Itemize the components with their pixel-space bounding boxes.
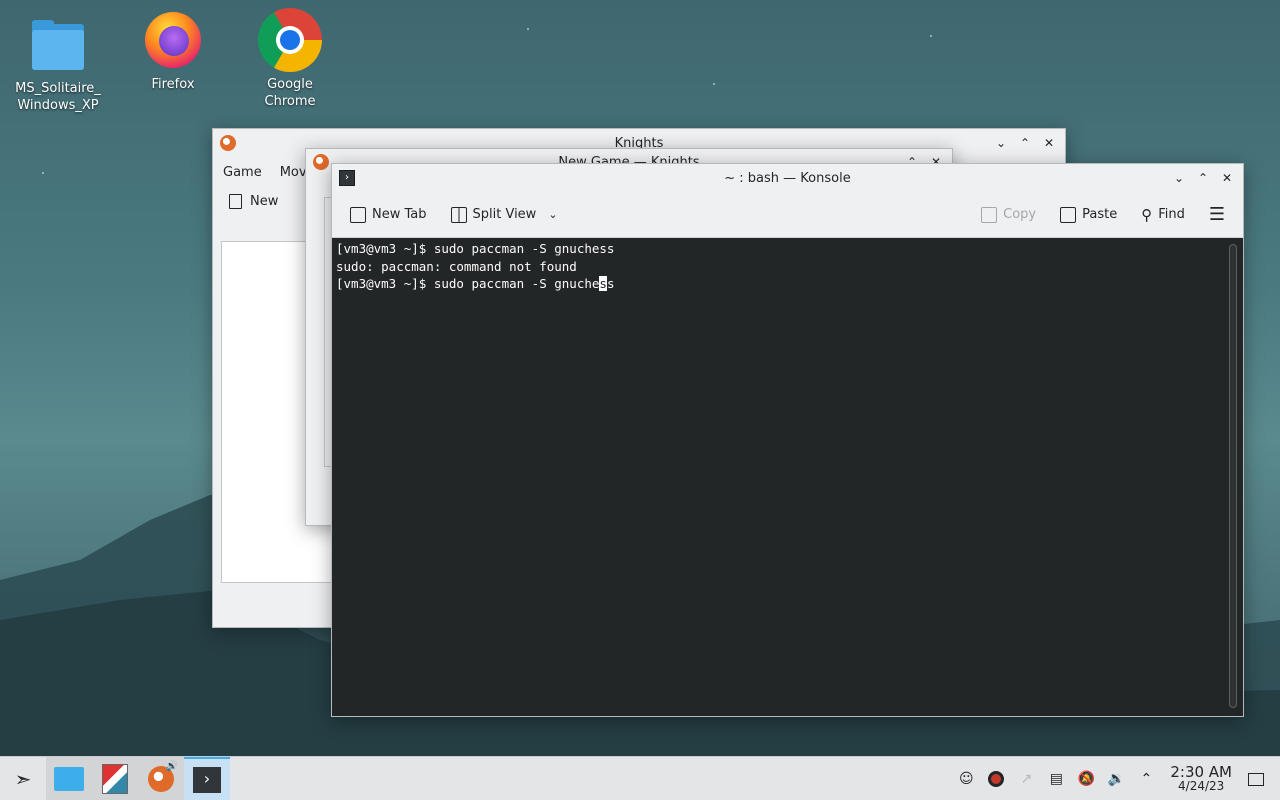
new-tab-icon <box>350 206 366 223</box>
application-launcher-button[interactable]: ➣ <box>0 757 46 800</box>
firefox-icon <box>141 8 205 72</box>
new-tab-button[interactable]: New Tab <box>344 203 433 227</box>
terminal-scrollbar[interactable] <box>1229 244 1237 708</box>
hamburger-menu-icon: ☰ <box>1208 204 1225 225</box>
taskbar-item-konsole[interactable]: › <box>184 756 230 800</box>
clock[interactable]: 2:30 AM 4/24/23 <box>1170 763 1232 794</box>
konsole-window[interactable]: › ~ : bash — Konsole ⌄ ⌃ ✕ New Tab Split… <box>331 163 1244 717</box>
star <box>713 83 715 85</box>
menu-game[interactable]: Game <box>223 165 262 180</box>
taskbar-item-files[interactable] <box>46 756 92 800</box>
star <box>527 28 529 30</box>
desktop-icon-label: Firefox <box>151 77 195 92</box>
copy-button[interactable]: Copy <box>975 203 1042 227</box>
konsole-titlebar[interactable]: › ~ : bash — Konsole ⌄ ⌃ ✕ <box>332 164 1243 192</box>
paste-label: Paste <box>1082 207 1118 222</box>
solitaire-icon <box>102 763 128 794</box>
find-label: Find <box>1158 207 1185 222</box>
folder-icon <box>26 12 90 76</box>
copy-icon <box>981 206 998 223</box>
terminal-output[interactable]: [vm3@vm3 ~]$ sudo paccman -S gnuchess su… <box>332 238 1243 716</box>
search-icon: ⚲ <box>1141 205 1153 224</box>
taskbar: ➣ 🔊 › ☺ ↗ ▤ 🔕 🔉 ⌃ 2:30 AM 4/24/23 <box>0 756 1280 800</box>
folder-icon <box>54 766 84 791</box>
terminal-app-icon: › <box>339 170 355 186</box>
terminal-line: [vm3@vm3 ~]$ sudo paccman -S gnuchess <box>336 241 615 256</box>
paste-button[interactable]: Paste <box>1054 203 1123 227</box>
terminal-line: sudo: paccman: command not found <box>336 258 577 274</box>
terminal-input-after-cursor: s <box>606 276 615 291</box>
clock-time: 2:30 AM <box>1170 763 1232 781</box>
star <box>930 35 932 37</box>
konsole-toolbar: New Tab Split View ⌄ Copy Paste ⚲ Find ☰ <box>332 192 1243 238</box>
knights-app-icon <box>220 135 236 151</box>
network-disconnected-icon[interactable]: ↗ <box>1016 769 1036 789</box>
split-view-label: Split View <box>472 207 537 222</box>
volume-icon[interactable]: 🔉 <box>1106 769 1126 789</box>
desktop-icon-label: Google Chrome <box>264 77 316 109</box>
notifications-muted-icon[interactable]: 🔕 <box>1076 769 1096 789</box>
desktop-icon-chrome[interactable]: Google Chrome <box>240 8 340 110</box>
close-button[interactable]: ✕ <box>1217 168 1237 188</box>
minimize-button[interactable]: ⌄ <box>991 133 1011 153</box>
minimize-button[interactable]: ⌄ <box>1169 168 1189 188</box>
window-title: ~ : bash — Konsole <box>724 170 851 186</box>
chrome-icon <box>258 8 322 72</box>
hamburger-menu-button[interactable]: ☰ <box>1203 200 1231 229</box>
user-icon[interactable]: ☺ <box>956 769 976 789</box>
chevron-down-icon: ⌄ <box>548 208 558 221</box>
system-tray: ☺ ↗ ▤ 🔕 🔉 ⌃ 2:30 AM 4/24/23 <box>956 757 1280 800</box>
maximize-button[interactable]: ⌃ <box>1193 168 1213 188</box>
new-game-icon <box>229 194 242 209</box>
terminal-icon: › <box>193 766 221 793</box>
clock-date: 4/24/23 <box>1178 779 1225 793</box>
new-tab-label: New Tab <box>372 207 427 222</box>
clipboard-icon[interactable]: ▤ <box>1046 769 1066 789</box>
close-button[interactable]: ✕ <box>1039 133 1059 153</box>
desktop-icon-firefox[interactable]: Firefox <box>123 8 223 93</box>
new-game-button[interactable]: New <box>250 194 278 209</box>
terminal-cursor: s <box>599 276 607 291</box>
desktop-icon-label: MS_Solitaire_ Windows_XP <box>15 81 101 113</box>
find-button[interactable]: ⚲ Find <box>1135 202 1191 228</box>
taskbar-item-solitaire[interactable] <box>92 756 138 800</box>
paste-icon <box>1060 206 1077 223</box>
maximize-button[interactable]: ⌃ <box>1015 133 1035 153</box>
copy-label: Copy <box>1003 207 1037 222</box>
star <box>42 172 44 174</box>
split-view-button[interactable]: Split View ⌄ <box>445 203 564 227</box>
show-desktop-icon[interactable] <box>1246 769 1266 789</box>
terminal-input-before-cursor: [vm3@vm3 ~]$ sudo paccman -S gnuche <box>336 276 600 291</box>
audio-playing-icon: 🔊 <box>165 760 178 772</box>
split-view-icon <box>450 206 467 223</box>
launcher-icon: ➣ <box>14 766 32 791</box>
terminal-current-line: [vm3@vm3 ~]$ sudo paccman -S gnuchess <box>336 275 1239 293</box>
update-notifier-icon[interactable] <box>986 769 1006 789</box>
menu-move[interactable]: Mov <box>280 165 307 180</box>
knights-app-icon <box>313 154 329 170</box>
desktop-icon-solitaire[interactable]: MS_Solitaire_ Windows_XP <box>8 12 108 114</box>
chevron-up-icon[interactable]: ⌃ <box>1136 769 1156 789</box>
taskbar-item-knights[interactable]: 🔊 <box>138 756 184 800</box>
